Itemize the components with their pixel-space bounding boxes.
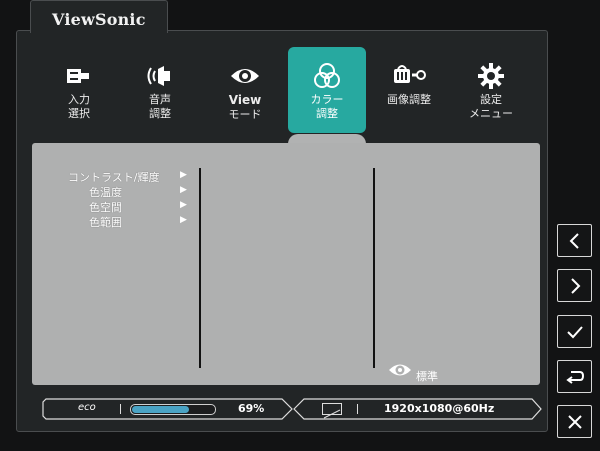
brightness-bar	[130, 404, 216, 415]
tab-label-line1: 設定	[480, 93, 502, 106]
tab-view-mode[interactable]: View モード	[206, 47, 284, 133]
menu-item-color-space[interactable]: 色空間	[89, 199, 122, 215]
left-button[interactable]	[557, 224, 592, 257]
tab-label-line2: 選択	[68, 107, 90, 120]
gear-icon	[452, 63, 530, 89]
tab-label-line1: 入力	[68, 93, 90, 106]
image-adjust-icon	[370, 63, 448, 89]
tab-label-line1: カラー	[310, 93, 344, 106]
resolution-label: 1920x1080@60Hz	[384, 402, 495, 415]
close-button[interactable]	[557, 405, 592, 438]
right-button[interactable]	[557, 269, 592, 302]
chevron-right-icon: ▶	[180, 185, 187, 195]
eye-icon	[206, 63, 284, 89]
check-icon	[566, 325, 583, 338]
chevron-left-icon	[569, 232, 579, 249]
chevron-right-icon	[570, 277, 580, 294]
return-button[interactable]	[557, 360, 592, 393]
column-divider	[373, 168, 375, 368]
return-icon	[565, 370, 584, 384]
brightness-percent: 69%	[238, 402, 265, 415]
tab-label-line2: 調整	[316, 107, 338, 120]
tab-audio-adjust[interactable]: 音声 調整	[121, 47, 199, 133]
menu-item-contrast-brightness[interactable]: コントラスト/輝度	[68, 169, 160, 185]
menu-item-color-range[interactable]: 色範囲	[89, 214, 122, 230]
input-icon	[40, 63, 118, 89]
tab-label-line1: 画像調整	[387, 93, 431, 106]
status-separator	[357, 404, 358, 414]
confirm-button[interactable]	[557, 315, 592, 348]
chevron-right-icon: ▶	[180, 170, 187, 180]
speaker-icon	[121, 63, 199, 89]
tab-input-select[interactable]: 入力 選択	[40, 47, 118, 133]
eco-icon: eco	[78, 402, 96, 413]
tab-label-line2: モード	[228, 108, 262, 121]
eco-label: eco	[78, 402, 96, 413]
column-divider	[199, 168, 201, 368]
tab-label-line2: 調整	[149, 107, 171, 120]
eye-icon	[388, 362, 412, 382]
tab-label-line2: メニュー	[469, 107, 513, 120]
current-mode-indicator: 標準	[388, 360, 438, 384]
brand-logo: ViewSonic	[52, 10, 146, 29]
tab-label-line1: View	[228, 93, 262, 107]
menu-item-color-temperature[interactable]: 色温度	[89, 184, 122, 200]
tab-image-adjust[interactable]: 画像調整	[370, 47, 448, 133]
tab-label-line1: 音声	[149, 93, 171, 106]
brightness-bar-fill	[132, 406, 189, 413]
mode-label: 標準	[416, 370, 438, 383]
status-separator	[120, 404, 121, 414]
tab-setup-menu[interactable]: 設定 メニュー	[452, 47, 530, 133]
tab-color-adjust[interactable]: カラー 調整	[288, 47, 366, 133]
color-circles-icon	[288, 63, 366, 89]
aspect-ratio-icon	[322, 403, 342, 419]
chevron-right-icon: ▶	[180, 215, 187, 225]
close-icon	[567, 414, 582, 429]
chevron-right-icon: ▶	[180, 200, 187, 210]
